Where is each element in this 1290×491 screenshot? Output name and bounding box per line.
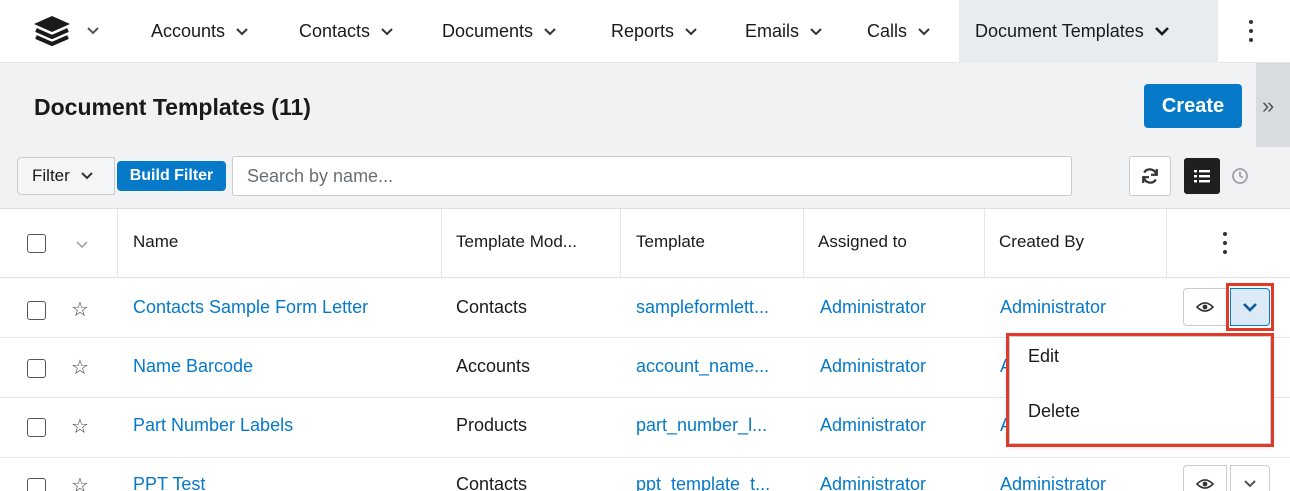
tab-calls[interactable]: Calls	[867, 0, 931, 63]
column-settings-kebab-icon[interactable]	[1220, 226, 1230, 260]
record-name-link[interactable]: Contacts Sample Form Letter	[133, 297, 368, 318]
column-divider	[984, 209, 985, 278]
row-checkbox[interactable]	[27, 359, 46, 378]
favorite-star-icon[interactable]: ☆	[71, 297, 89, 322]
more-tabs-kebab-icon[interactable]	[1246, 14, 1256, 48]
chevron-down-icon	[918, 27, 930, 35]
column-header-name[interactable]: Name	[133, 232, 178, 252]
chevron-down-icon	[1154, 27, 1169, 36]
tab-document-templates[interactable]: Document Templates	[959, 0, 1218, 63]
tab-label: Reports	[611, 21, 675, 41]
record-name-link[interactable]: PPT Test	[133, 474, 205, 491]
tab-contacts[interactable]: Contacts	[299, 0, 394, 63]
template-module-cell: Contacts	[456, 297, 528, 317]
assigned-to-link[interactable]: Administrator	[820, 356, 926, 377]
template-link[interactable]: ppt_template_t...	[636, 474, 770, 491]
template-module-cell: Contacts	[456, 474, 528, 491]
chevron-down-icon[interactable]	[75, 240, 89, 250]
row-checkbox[interactable]	[27, 301, 46, 320]
tab-label: Calls	[867, 21, 908, 41]
chevron-down-icon	[1244, 480, 1256, 488]
activity-stream-button[interactable]	[1222, 158, 1258, 194]
tab-emails[interactable]: Emails	[745, 0, 823, 63]
record-name-link[interactable]: Part Number Labels	[133, 415, 293, 436]
chevron-down-icon	[685, 27, 697, 35]
template-link[interactable]: sampleformlett...	[636, 297, 769, 318]
layers-logo-icon	[34, 16, 70, 46]
template-module-cell: Accounts	[456, 356, 531, 376]
column-header-template-module[interactable]: Template Mod...	[456, 232, 577, 252]
tab-label: Accounts	[151, 21, 226, 41]
row-checkbox[interactable]	[27, 478, 46, 491]
list-header: Document Templates (11)	[0, 63, 1256, 147]
column-header-created-by[interactable]: Created By	[999, 232, 1084, 252]
row-checkbox[interactable]	[27, 418, 46, 437]
chevron-down-icon	[810, 27, 822, 35]
chevron-down-icon	[81, 172, 93, 180]
double-chevron-right-icon[interactable]: »	[1262, 93, 1274, 119]
assigned-to-link[interactable]: Administrator	[820, 474, 926, 491]
tab-label: Documents	[442, 21, 534, 41]
highlight-box	[1226, 283, 1274, 331]
list-icon	[1194, 170, 1210, 183]
clock-icon	[1232, 168, 1248, 184]
record-name-link[interactable]: Name Barcode	[133, 356, 253, 377]
tab-label: Emails	[745, 21, 800, 41]
favorite-star-icon[interactable]: ☆	[71, 414, 89, 439]
chevron-down-icon	[381, 27, 393, 35]
filter-dropdown[interactable]: Filter	[17, 157, 115, 195]
created-by-link[interactable]: Administrator	[1000, 297, 1106, 318]
build-filter-button[interactable]: Build Filter	[117, 161, 226, 191]
column-header-assigned-to[interactable]: Assigned to	[818, 232, 907, 252]
favorite-star-icon[interactable]: ☆	[71, 355, 89, 380]
create-button[interactable]: Create	[1144, 84, 1242, 128]
refresh-button[interactable]	[1129, 156, 1171, 196]
chevron-down-icon	[87, 27, 99, 35]
preview-button[interactable]	[1183, 288, 1227, 326]
template-module-cell: Products	[456, 415, 528, 435]
assigned-to-link[interactable]: Administrator	[820, 415, 926, 436]
column-divider	[803, 209, 804, 278]
highlight-box	[1006, 333, 1274, 447]
filter-label: Filter	[32, 166, 70, 185]
chevron-down-icon	[544, 27, 556, 35]
template-link[interactable]: part_number_l...	[636, 415, 767, 436]
tab-documents[interactable]: Documents	[442, 0, 557, 63]
favorite-star-icon[interactable]: ☆	[71, 473, 89, 491]
select-all-checkbox[interactable]	[27, 234, 46, 253]
app-logo-menu[interactable]	[32, 14, 100, 48]
template-link[interactable]: account_name...	[636, 356, 769, 377]
preview-button[interactable]	[1183, 465, 1227, 491]
page-title: Document Templates (11)	[34, 94, 311, 120]
created-by-link[interactable]: Administrator	[1000, 474, 1106, 491]
column-divider	[441, 209, 442, 278]
eye-icon	[1196, 302, 1214, 312]
chevron-down-icon	[236, 27, 248, 35]
refresh-icon	[1142, 168, 1158, 184]
list-view-button[interactable]	[1184, 158, 1220, 194]
column-divider	[620, 209, 621, 278]
assigned-to-link[interactable]: Administrator	[820, 297, 926, 318]
row-actions-dropdown-button[interactable]	[1230, 465, 1270, 491]
tab-accounts[interactable]: Accounts	[151, 0, 249, 63]
search-input[interactable]	[232, 156, 1072, 196]
eye-icon	[1196, 479, 1214, 489]
tab-label: Contacts	[299, 21, 371, 41]
column-header-template[interactable]: Template	[636, 232, 705, 252]
tab-reports[interactable]: Reports	[611, 0, 698, 63]
top-navigation: Accounts Contacts Documents Reports Emai…	[0, 0, 1290, 63]
tab-label: Document Templates	[975, 21, 1144, 41]
